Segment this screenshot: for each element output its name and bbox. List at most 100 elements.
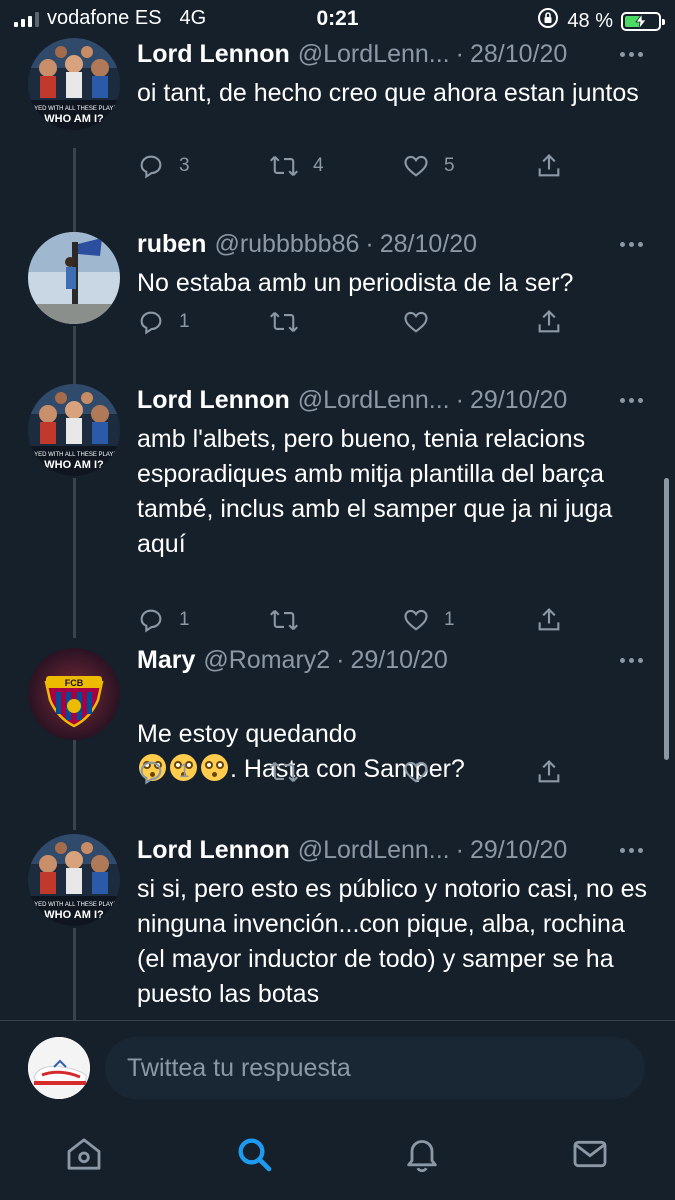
tweet-header: Lord Lennon @LordLenn... · 28/10/20 bbox=[137, 40, 567, 69]
tweet[interactable]: AYED WITH ALL THESE PLAYE WHO AM I? Lord… bbox=[0, 38, 675, 228]
tweet-header: ruben @rubbbbb86 · 28/10/20 bbox=[137, 230, 477, 259]
reply-bar bbox=[0, 1020, 675, 1114]
share-button[interactable] bbox=[535, 152, 563, 180]
separator-dot: · bbox=[455, 40, 464, 68]
tweet-text-start: Me estoy quedando bbox=[137, 720, 357, 748]
more-options-icon[interactable] bbox=[620, 848, 643, 853]
avatar-caption-small: AYED WITH ALL THESE PLAYE bbox=[31, 106, 118, 112]
like-button[interactable]: 5 bbox=[402, 152, 455, 180]
search-icon[interactable] bbox=[234, 1134, 274, 1174]
share-button[interactable] bbox=[535, 758, 563, 786]
tweet-header: Lord Lennon @LordLenn... · 29/10/20 bbox=[137, 386, 567, 415]
display-name[interactable]: Lord Lennon bbox=[137, 40, 290, 69]
user-handle[interactable]: @LordLenn... bbox=[298, 40, 450, 69]
more-options-icon[interactable] bbox=[620, 52, 643, 57]
status-bar: vodafone ES 4G 0:21 48 % bbox=[0, 0, 675, 38]
separator-dot: · bbox=[455, 836, 464, 864]
user-handle[interactable]: @Romary2 bbox=[203, 646, 330, 675]
tweet-date[interactable]: 29/10/20 bbox=[351, 646, 448, 675]
display-name[interactable]: Lord Lennon bbox=[137, 386, 290, 415]
retweet-count: 4 bbox=[313, 155, 324, 176]
heart-icon bbox=[404, 155, 428, 177]
retweet-icon bbox=[269, 312, 299, 332]
scrollbar[interactable] bbox=[664, 478, 669, 760]
status-right: 48 % bbox=[537, 7, 665, 35]
retweet-button[interactable] bbox=[269, 758, 313, 786]
share-icon bbox=[538, 608, 560, 631]
reply-button[interactable]: 3 bbox=[137, 152, 190, 180]
user-handle[interactable]: @LordLenn... bbox=[298, 836, 450, 865]
tweet-header: Mary @Romary2 · 29/10/20 bbox=[137, 646, 448, 675]
share-button[interactable] bbox=[535, 606, 563, 634]
display-name[interactable]: Lord Lennon bbox=[137, 836, 290, 865]
avatar[interactable]: AYED WITH ALL THESE PLAYE WHO AM I? bbox=[28, 834, 120, 926]
avatar[interactable] bbox=[28, 232, 120, 324]
heart-icon bbox=[404, 761, 428, 783]
share-button[interactable] bbox=[535, 308, 563, 336]
battery-icon bbox=[621, 11, 665, 31]
like-count: 1 bbox=[444, 609, 455, 630]
tweet-header: Lord Lennon @LordLenn... · 29/10/20 bbox=[137, 836, 567, 865]
more-options-icon[interactable] bbox=[620, 242, 643, 247]
avatar-caption-small: AYED WITH ALL THESE PLAYE bbox=[31, 902, 118, 908]
separator-dot: · bbox=[455, 386, 464, 414]
like-button[interactable] bbox=[402, 758, 444, 786]
tweet[interactable]: FCB Mary @Romary2 · 29/10/20 Me estoy qu… bbox=[0, 644, 675, 834]
reply-button[interactable]: 1 bbox=[137, 606, 190, 634]
messages-icon[interactable] bbox=[570, 1134, 610, 1174]
tweet[interactable]: AYED WITH ALL THESE PLAYE WHO AM I? Lord… bbox=[0, 834, 675, 1020]
like-button[interactable] bbox=[402, 308, 444, 336]
crest-letters: FCB bbox=[65, 678, 84, 688]
notifications-icon[interactable] bbox=[402, 1134, 442, 1174]
retweet-button[interactable] bbox=[269, 308, 313, 336]
avatar-caption: WHO AM I? bbox=[44, 909, 104, 921]
tweet[interactable]: AYED WITH ALL THESE PLAYE WHO AM I? Lord… bbox=[0, 384, 675, 644]
tweet-thread[interactable]: AYED WITH ALL THESE PLAYE WHO AM I? Lord… bbox=[0, 38, 675, 1020]
avatar[interactable]: FCB bbox=[28, 648, 120, 740]
separator-dot: · bbox=[365, 230, 374, 258]
orientation-lock-icon bbox=[537, 7, 559, 35]
like-count: 5 bbox=[444, 155, 455, 176]
reply-count: 1 bbox=[179, 761, 190, 782]
retweet-button[interactable] bbox=[269, 606, 313, 634]
home-icon[interactable] bbox=[64, 1134, 104, 1174]
tweet-text: oi tant, de hecho creo que ahora estan j… bbox=[137, 79, 639, 107]
retweet-button[interactable]: 4 bbox=[269, 152, 324, 180]
own-avatar[interactable] bbox=[28, 1037, 90, 1099]
share-icon bbox=[538, 310, 560, 333]
tweet-actions: 1 1 bbox=[137, 606, 567, 642]
tab-bar bbox=[0, 1114, 675, 1200]
reply-input[interactable] bbox=[105, 1037, 645, 1099]
avatar-caption: WHO AM I? bbox=[44, 113, 104, 125]
tweet-date[interactable]: 29/10/20 bbox=[470, 386, 567, 415]
heart-icon bbox=[404, 609, 428, 631]
display-name[interactable]: ruben bbox=[137, 230, 206, 259]
avatar[interactable]: AYED WITH ALL THESE PLAYE WHO AM I? bbox=[28, 384, 120, 476]
tweet-text: No estaba amb un periodista de la ser? bbox=[137, 269, 574, 297]
reply-button[interactable]: 1 bbox=[137, 308, 190, 336]
tweet-actions: 1 bbox=[137, 758, 567, 794]
display-name[interactable]: Mary bbox=[137, 646, 195, 675]
reply-icon bbox=[140, 311, 162, 335]
tweet[interactable]: ruben @rubbbbb86 · 28/10/20 No estaba am… bbox=[0, 228, 675, 388]
reply-icon bbox=[140, 609, 162, 633]
user-handle[interactable]: @rubbbbb86 bbox=[214, 230, 359, 259]
more-options-icon[interactable] bbox=[620, 398, 643, 403]
more-options-icon[interactable] bbox=[620, 658, 643, 663]
separator-dot: · bbox=[336, 646, 345, 674]
avatar[interactable]: AYED WITH ALL THESE PLAYE WHO AM I? bbox=[28, 38, 120, 130]
tweet-date[interactable]: 28/10/20 bbox=[470, 40, 567, 69]
retweet-icon bbox=[269, 156, 299, 176]
like-button[interactable]: 1 bbox=[402, 606, 455, 634]
avatar-caption-small: AYED WITH ALL THESE PLAYE bbox=[31, 452, 118, 458]
share-icon bbox=[538, 154, 560, 177]
tweet-date[interactable]: 29/10/20 bbox=[470, 836, 567, 865]
heart-icon bbox=[404, 311, 428, 333]
reply-button[interactable]: 1 bbox=[137, 758, 190, 786]
reply-count: 3 bbox=[179, 155, 190, 176]
reply-count: 1 bbox=[179, 609, 190, 630]
tweet-actions: 3 4 5 bbox=[137, 152, 567, 188]
user-handle[interactable]: @LordLenn... bbox=[298, 386, 450, 415]
share-icon bbox=[538, 760, 560, 783]
tweet-date[interactable]: 28/10/20 bbox=[380, 230, 477, 259]
